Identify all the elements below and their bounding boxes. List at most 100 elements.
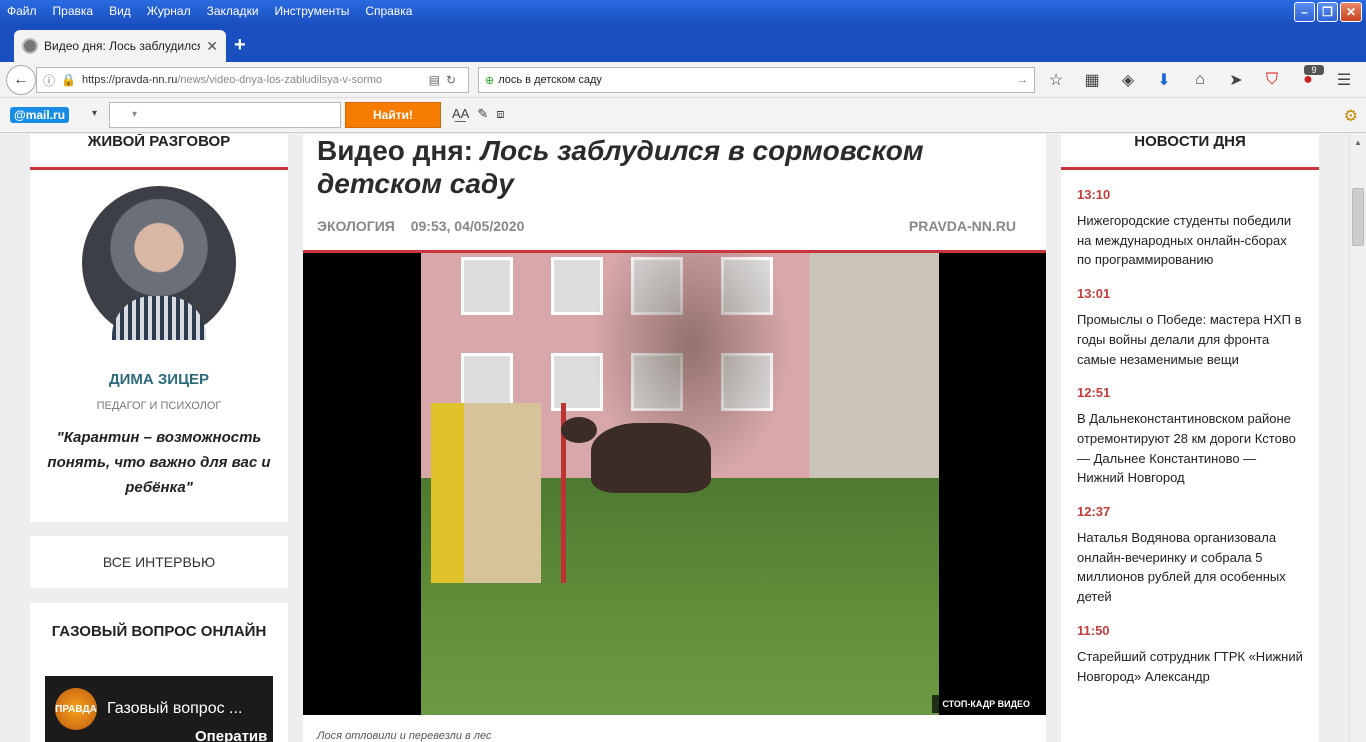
reload-icon[interactable]: ↻ bbox=[446, 73, 456, 87]
gas-question-card: ГАЗОВЫЙ ВОПРОС ОНЛАЙН ПРАВДА Газовый воп… bbox=[30, 603, 288, 742]
downloads-icon[interactable]: ⬇ bbox=[1154, 70, 1174, 90]
news-headline[interactable]: В Дальнеконстантиновском районе отремонт… bbox=[1077, 409, 1303, 488]
search-go-icon[interactable]: → bbox=[1017, 74, 1028, 86]
menu-help[interactable]: Справка bbox=[365, 4, 412, 18]
news-time: 12:51 bbox=[1077, 385, 1111, 401]
menu-hamburger-icon[interactable]: ☰ bbox=[1334, 70, 1354, 90]
pocket-icon[interactable]: ◈ bbox=[1118, 70, 1138, 90]
toolbar-icons: ☆ ▦ ◈ ⬇ ⌂ ➤ ⛉ ● 9 ☰ bbox=[1046, 65, 1354, 90]
page-scrollbar[interactable]: ▲ bbox=[1349, 134, 1366, 742]
news-list: 13:10 Нижегородские студенты победили на… bbox=[1061, 170, 1319, 686]
news-headline[interactable]: Нижегородские студенты победили на между… bbox=[1077, 211, 1303, 270]
avatar[interactable] bbox=[82, 186, 236, 340]
search-bar[interactable]: ⊕ лось в детском саду → bbox=[478, 67, 1035, 93]
section-divider bbox=[30, 167, 288, 170]
mailru-search-input[interactable]: ▾ bbox=[109, 102, 341, 128]
tab-title: Видео дня: Лось заблудился... bbox=[44, 39, 201, 53]
browser-tab[interactable]: Видео дня: Лось заблудился... ✕ bbox=[14, 30, 226, 62]
playground-slide bbox=[431, 403, 541, 583]
gas-video-title: Газовый вопрос ... bbox=[107, 700, 243, 717]
shield-icon[interactable]: ⛉ bbox=[1262, 71, 1282, 89]
person-quote[interactable]: "Карантин – возможность понять, что важн… bbox=[40, 425, 278, 500]
window-titlebar: Файл Правка Вид Журнал Закладки Инструме… bbox=[0, 0, 1366, 24]
list-item[interactable]: 12:51 В Дальнеконстантиновском районе от… bbox=[1077, 385, 1303, 488]
video-frame bbox=[421, 253, 939, 715]
mailru-dropdown-icon[interactable]: ▾ bbox=[92, 108, 97, 119]
page-viewport: ЖИВОЙ РАЗГОВОР ДИМА ЗИЦЕР ПЕДАГОГ И ПСИХ… bbox=[0, 134, 1349, 742]
article: Видео дня: Лось заблудился в сормовском … bbox=[303, 134, 1046, 742]
menu-bookmarks[interactable]: Закладки bbox=[207, 4, 259, 18]
mailru-toolbar: @mail.ru ▾ ▾ Найти! A͟A ✎ ⧈ ⚙ bbox=[0, 98, 1366, 133]
news-heading: НОВОСТИ ДНЯ bbox=[1134, 134, 1246, 150]
highlighter-icon[interactable]: ✎ bbox=[477, 106, 488, 122]
reader-view-icon[interactable]: ▤ bbox=[429, 73, 440, 87]
list-item[interactable]: 12:37 Наталья Водянова организовала онла… bbox=[1077, 504, 1303, 607]
news-of-day-card: НОВОСТИ ДНЯ 13:10 Нижегородские студенты… bbox=[1061, 134, 1319, 742]
url-text: https://pravda-nn.ru/news/video-dnya-los… bbox=[81, 74, 383, 86]
news-time: 13:10 bbox=[1077, 187, 1111, 202]
menu-tools[interactable]: Инструменты bbox=[275, 4, 350, 18]
menu-history[interactable]: Журнал bbox=[147, 4, 191, 18]
address-bar[interactable]: ⓘ 🔒 https://pravda-nn.ru/news/video-dnya… bbox=[36, 67, 469, 93]
tab-strip: Видео дня: Лось заблудился... ✕ + bbox=[0, 24, 1366, 62]
close-window-button[interactable]: ✕ bbox=[1340, 2, 1362, 22]
window-shape bbox=[461, 257, 513, 315]
mailru-tools: A͟A ✎ ⧈ bbox=[452, 106, 505, 122]
article-datetime: 09:53, 04/05/2020 bbox=[410, 218, 525, 234]
settings-gear-icon[interactable]: ⚙ bbox=[1344, 106, 1358, 126]
bookmarks-list-icon[interactable]: ▦ bbox=[1082, 70, 1102, 90]
home-icon[interactable]: ⌂ bbox=[1190, 71, 1210, 89]
adblock-icon[interactable]: ● 9 bbox=[1298, 65, 1324, 89]
all-interviews-button[interactable]: ВСЕ ИНТЕРВЬЮ bbox=[30, 536, 288, 588]
news-headline[interactable]: Промыслы о Победе: мастера НХП в годы во… bbox=[1077, 310, 1303, 369]
scroll-up-icon[interactable]: ▲ bbox=[1350, 134, 1366, 151]
screenshot-icon[interactable]: ⧈ bbox=[496, 106, 504, 122]
new-tab-icon[interactable]: + bbox=[234, 34, 246, 57]
article-source: PRAVDA-NN.RU bbox=[908, 218, 1016, 234]
maximize-button[interactable]: ❐ bbox=[1317, 2, 1338, 22]
info-icon[interactable]: ⓘ bbox=[43, 72, 55, 89]
news-time: 11:50 bbox=[1077, 622, 1110, 638]
news-time: 13:01 bbox=[1077, 286, 1111, 302]
search-input[interactable]: лось в детском саду bbox=[498, 74, 602, 86]
moose-shape bbox=[561, 417, 711, 493]
news-time: 12:37 bbox=[1077, 504, 1111, 520]
scroll-thumb[interactable] bbox=[1352, 188, 1364, 246]
lock-icon: 🔒 bbox=[61, 73, 76, 87]
gas-video-player[interactable]: ПРАВДА Газовый вопрос ... Оператив bbox=[45, 676, 273, 742]
mailru-logo[interactable]: @mail.ru bbox=[10, 107, 70, 123]
list-item[interactable]: 13:01 Промыслы о Победе: мастера НХП в г… bbox=[1077, 286, 1303, 369]
search-engine-icon[interactable]: ⊕ bbox=[485, 74, 494, 87]
gas-question-title: ГАЗОВЫЙ ВОПРОС ОНЛАЙН bbox=[51, 623, 267, 640]
pravda-logo: ПРАВДА bbox=[55, 688, 97, 730]
interview-heading: ЖИВОЙ РАЗГОВОР bbox=[87, 134, 231, 150]
gas-video-subtitle: Оператив bbox=[195, 728, 268, 742]
find-button[interactable]: Найти! bbox=[345, 102, 441, 128]
person-name[interactable]: ДИМА ЗИЦЕР bbox=[30, 371, 288, 388]
menu-bar: Файл Правка Вид Журнал Закладки Инструме… bbox=[4, 0, 425, 22]
news-headline[interactable]: Старейший сотрудник ГТРК «Нижний Новгоро… bbox=[1077, 647, 1303, 686]
minimize-button[interactable]: – bbox=[1294, 2, 1315, 22]
menu-view[interactable]: Вид bbox=[109, 4, 131, 18]
article-category[interactable]: ЭКОЛОГИЯ bbox=[317, 218, 395, 234]
bookmark-star-icon[interactable]: ☆ bbox=[1046, 70, 1066, 90]
news-headline[interactable]: Наталья Водянова организовала онлайн-веч… bbox=[1077, 528, 1303, 607]
person-role: ПЕДАГОГ И ПСИХОЛОГ bbox=[96, 400, 222, 412]
menu-file[interactable]: Файл bbox=[7, 4, 37, 18]
photo-caption: Лося отловили и перевезли в лес bbox=[317, 730, 492, 742]
adblock-badge: 9 bbox=[1304, 65, 1324, 75]
translate-icon[interactable]: A͟A bbox=[452, 106, 469, 122]
navigation-bar: ← ⓘ 🔒 https://pravda-nn.ru/news/video-dn… bbox=[0, 62, 1366, 98]
article-video[interactable]: СТОП-КАДР ВИДЕО bbox=[303, 253, 1046, 715]
menu-edit[interactable]: Правка bbox=[53, 4, 94, 18]
list-item[interactable]: 13:10 Нижегородские студенты победили на… bbox=[1077, 187, 1303, 270]
window-controls: – ❐ ✕ bbox=[1294, 2, 1362, 22]
list-item[interactable]: 11:50 Старейший сотрудник ГТРК «Нижний Н… bbox=[1077, 623, 1303, 686]
article-meta: ЭКОЛОГИЯ 09:53, 04/05/2020 bbox=[317, 218, 536, 234]
video-badge: СТОП-КАДР ВИДЕО bbox=[932, 695, 1040, 713]
interview-card: ЖИВОЙ РАЗГОВОР ДИМА ЗИЦЕР ПЕДАГОГ И ПСИХ… bbox=[30, 134, 288, 522]
send-icon[interactable]: ➤ bbox=[1226, 70, 1246, 90]
back-button[interactable]: ← bbox=[6, 65, 36, 95]
site-favicon-icon bbox=[22, 38, 38, 54]
close-tab-icon[interactable]: ✕ bbox=[206, 38, 218, 55]
